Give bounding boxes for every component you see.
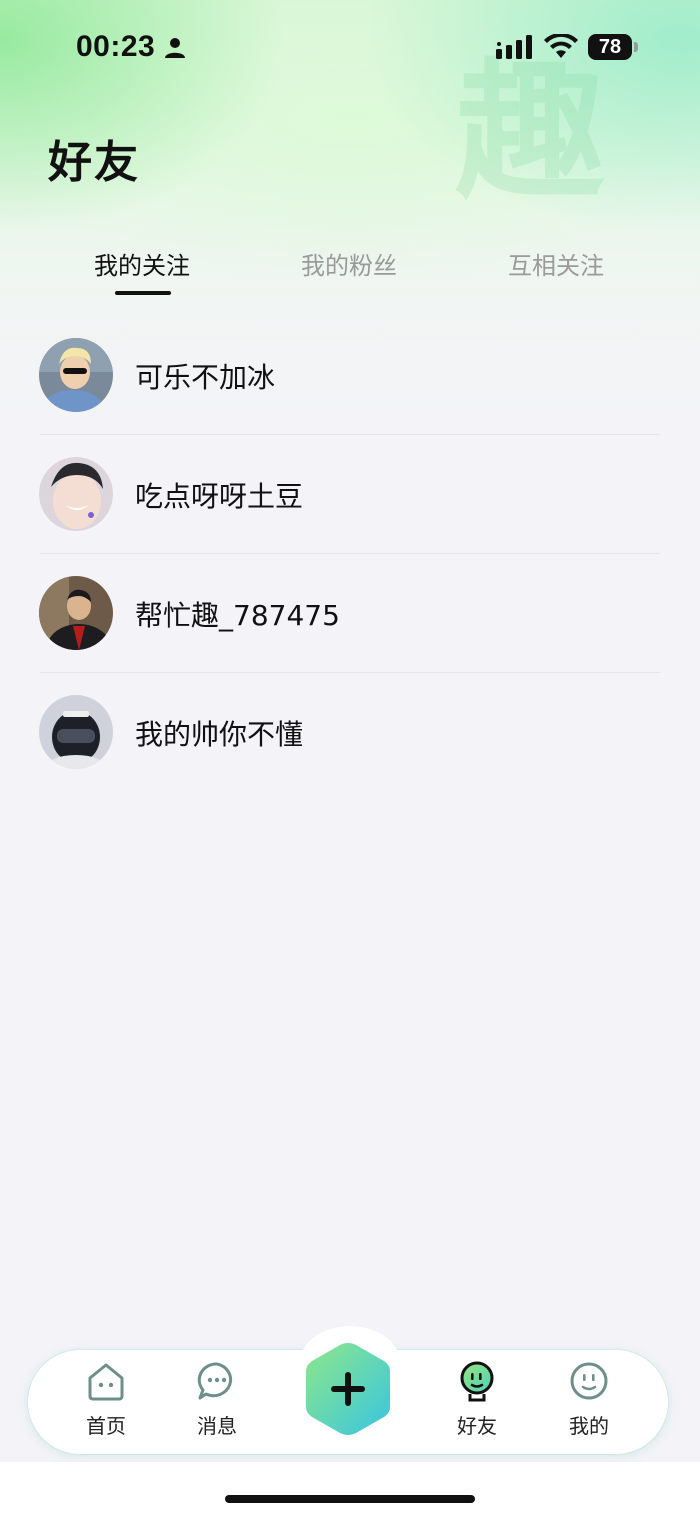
home-indicator[interactable] xyxy=(225,1495,475,1503)
avatar[interactable] xyxy=(39,695,113,769)
list-item[interactable]: 吃点呀呀土豆 xyxy=(0,435,700,554)
friend-name: 吃点呀呀土豆 xyxy=(135,480,304,513)
nav-messages[interactable]: 消息 xyxy=(177,1360,257,1440)
add-button[interactable] xyxy=(302,1339,394,1439)
plus-icon xyxy=(306,1343,390,1435)
nav-home-label: 首页 xyxy=(86,1414,126,1438)
active-tab-indicator xyxy=(115,291,171,295)
avatar[interactable] xyxy=(39,576,113,650)
list-item[interactable]: 我的帅你不懂 xyxy=(0,673,700,792)
nav-me[interactable]: 我的 xyxy=(549,1360,629,1440)
nav-friends[interactable]: 好友 xyxy=(437,1360,517,1440)
avatar[interactable] xyxy=(39,338,113,412)
cellular-signal-icon xyxy=(496,35,532,59)
home-indicator-area xyxy=(0,1462,700,1514)
friend-name: 帮忙趣_787475 xyxy=(135,599,340,632)
page-title: 好友 xyxy=(48,137,140,188)
nav-friends-label: 好友 xyxy=(457,1414,497,1438)
status-bar: 00:23 78 xyxy=(0,0,700,96)
person-icon xyxy=(165,38,185,58)
nav-home[interactable]: 首页 xyxy=(66,1360,146,1440)
friend-list: 可乐不加冰 吃点呀呀土豆 帮忙趣_787475 我的帅你不懂 xyxy=(0,316,700,792)
friend-name: 我的帅你不懂 xyxy=(135,718,304,751)
home-icon xyxy=(88,1363,124,1401)
friend-name: 可乐不加冰 xyxy=(135,361,276,394)
profile-face-icon xyxy=(570,1362,608,1400)
wifi-icon xyxy=(544,34,578,58)
status-time: 00:23 xyxy=(76,30,156,63)
avatar[interactable] xyxy=(39,457,113,531)
friends-face-icon xyxy=(460,1361,494,1402)
battery-cap xyxy=(634,42,638,52)
list-item[interactable]: 可乐不加冰 xyxy=(0,316,700,435)
nav-messages-label: 消息 xyxy=(197,1414,237,1438)
battery-indicator: 78 xyxy=(588,34,638,60)
tab-bar: 我的关注 我的粉丝 互相关注 xyxy=(0,236,700,306)
nav-me-label: 我的 xyxy=(569,1414,609,1438)
list-item[interactable]: 帮忙趣_787475 xyxy=(0,554,700,673)
battery-level: 78 xyxy=(588,34,632,60)
tab-mutual[interactable]: 互相关注 xyxy=(456,246,656,281)
tab-following[interactable]: 我的关注 xyxy=(42,246,242,281)
tab-fans[interactable]: 我的粉丝 xyxy=(249,246,449,281)
chat-bubble-icon xyxy=(197,1362,233,1400)
